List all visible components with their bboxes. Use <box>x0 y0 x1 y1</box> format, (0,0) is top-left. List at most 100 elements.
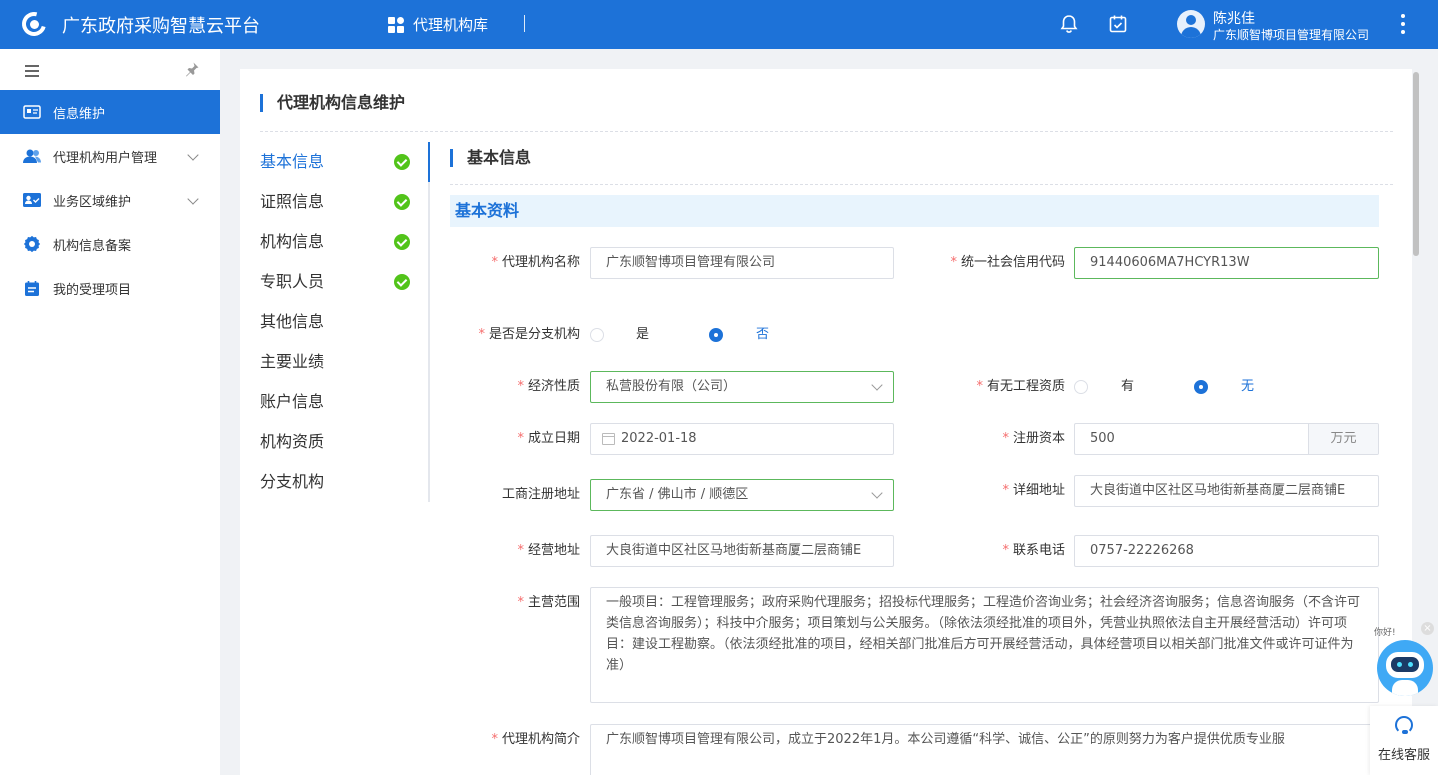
scrollbar-thumb[interactable] <box>1413 72 1419 256</box>
radio-qualification-no[interactable] <box>1194 380 1208 394</box>
date-value: 2022-01-18 <box>621 431 697 446</box>
header-divider <box>524 15 525 32</box>
chevron-down-icon <box>187 193 199 205</box>
unit-suffix: 万元 <box>1308 424 1378 454</box>
tab-performance[interactable]: 主要业绩 <box>260 342 430 382</box>
intro-label: * 代理机构简介 <box>491 732 580 747</box>
check-circle-icon <box>394 154 410 170</box>
section-title: 基本信息 <box>450 148 531 168</box>
radio-is-branch-yes[interactable] <box>590 328 604 342</box>
more-vertical-icon[interactable] <box>1400 14 1406 34</box>
chevron-down-icon <box>187 149 199 161</box>
platform-logo-dot <box>30 20 39 29</box>
robot-assistant-icon[interactable] <box>1377 640 1433 696</box>
sidebar-item-user-management[interactable]: 代理机构用户管理 <box>0 134 220 178</box>
online-service-label: 在线客服 <box>1377 748 1430 763</box>
business-address-label: * 经营地址 <box>517 543 580 558</box>
bell-icon[interactable] <box>1058 13 1080 35</box>
economic-nature-select[interactable]: 私营股份有限（公司） <box>590 371 894 403</box>
phone-input[interactable]: 0757-22226268 <box>1074 535 1379 567</box>
credit-code-input[interactable]: 91440606MA7HCYR13W <box>1074 247 1379 279</box>
cascader-value: 广东省 / 佛山市 / 顺德区 <box>606 487 749 502</box>
headset-icon <box>1395 716 1413 734</box>
radio-label[interactable]: 是 <box>636 327 649 343</box>
chevron-down-icon <box>871 379 883 391</box>
sidebar-item-my-projects[interactable]: 我的受理项目 <box>0 266 220 310</box>
calendar-icon <box>602 433 615 445</box>
pin-icon[interactable] <box>184 61 200 77</box>
user-org: 广东顺智博项目管理有限公司 <box>1213 28 1370 42</box>
online-service-button[interactable]: 在线客服 <box>1370 706 1438 775</box>
divider <box>450 184 1393 185</box>
business-scope-textarea[interactable]: 一般项目：工程管理服务；政府采购代理服务；招投标代理服务；工程造价咨询业务；社会… <box>590 587 1379 703</box>
app-title: 广东政府采购智慧云平台 <box>62 16 260 37</box>
detail-address-input[interactable]: 大良街道中区社区马地街新基商厦二层商铺E <box>1074 475 1379 507</box>
module-label: 代理机构库 <box>413 16 489 34</box>
tab-staff[interactable]: 专职人员 <box>260 262 430 302</box>
sidebar-item-business-area[interactable]: 业务区域维护 <box>0 178 220 222</box>
task-clipboard-icon[interactable] <box>1107 13 1129 35</box>
capital-value: 500 <box>1090 431 1115 446</box>
sidebar: 信息维护 代理机构用户管理 业务区域维护 机构信息备案 我的受理项目 <box>0 49 220 775</box>
user-avatar[interactable] <box>1177 10 1205 38</box>
business-address-input[interactable]: 大良街道中区社区马地街新基商厦二层商铺E <box>590 535 894 567</box>
grid-apps-icon <box>388 16 404 33</box>
close-icon[interactable]: × <box>1421 622 1434 635</box>
tab-license-info[interactable]: 证照信息 <box>260 182 430 222</box>
established-date-label: * 成立日期 <box>517 431 580 446</box>
tab-label: 其他信息 <box>260 312 325 331</box>
is-branch-label: * 是否是分支机构 <box>478 327 580 342</box>
detail-address-label: * 详细地址 <box>1002 483 1065 498</box>
tab-account-info[interactable]: 账户信息 <box>260 382 430 422</box>
user-name[interactable]: 陈兆佳 <box>1213 8 1255 28</box>
check-circle-icon <box>394 234 410 250</box>
phone-label: * 联系电话 <box>1002 543 1065 558</box>
radio-is-branch-no[interactable] <box>709 328 723 342</box>
id-card-icon <box>22 103 42 121</box>
credit-code-label: * 统一社会信用代码 <box>950 255 1065 270</box>
tab-other-info[interactable]: 其他信息 <box>260 302 430 342</box>
business-scope-label: * 主营范围 <box>517 595 580 610</box>
tab-org-info[interactable]: 机构信息 <box>260 222 430 262</box>
radio-label[interactable]: 否 <box>756 327 769 343</box>
top-header: 广东政府采购智慧云平台 代理机构库 陈兆佳 广东顺智博项目管理有限公司 <box>0 0 1438 49</box>
radio-label[interactable]: 无 <box>1241 379 1254 395</box>
tab-qualification[interactable]: 机构资质 <box>260 422 430 462</box>
qualification-label: * 有无工程资质 <box>976 379 1065 394</box>
tab-label: 专职人员 <box>260 272 325 291</box>
sidebar-item-label: 代理机构用户管理 <box>53 150 158 166</box>
calendar-list-icon <box>22 279 42 297</box>
sidebar-item-label: 信息维护 <box>53 106 106 122</box>
tab-label: 分支机构 <box>260 472 325 491</box>
agency-name-label: * 代理机构名称 <box>491 255 580 270</box>
sidebar-item-label: 业务区域维护 <box>53 194 132 210</box>
tab-basic-info[interactable]: 基本信息 <box>260 142 430 182</box>
tab-branches[interactable]: 分支机构 <box>260 462 430 502</box>
gear-icon <box>22 235 42 253</box>
info-tabs: 基本信息 证照信息 机构信息 专职人员 其他信息 主要业绩 账户信息 机构资质 <box>260 142 430 502</box>
user-check-card-icon <box>22 191 42 209</box>
intro-textarea[interactable]: 广东顺智博项目管理有限公司，成立于2022年1月。本公司遵循“科学、诚信、公正”… <box>590 724 1379 775</box>
page-title: 代理机构信息维护 <box>260 93 405 113</box>
main-card: 代理机构信息维护 基本信息 证照信息 机构信息 专职人员 其他信息 主要业绩 账… <box>240 69 1412 775</box>
agency-name-input[interactable]: 广东顺智博项目管理有限公司 <box>590 247 894 279</box>
menu-toggle-icon[interactable] <box>25 65 39 77</box>
established-date-picker[interactable]: 2022-01-18 <box>590 423 894 455</box>
sidebar-item-info-maintenance[interactable]: 信息维护 <box>0 90 220 134</box>
radio-label[interactable]: 有 <box>1121 379 1134 395</box>
chevron-down-icon <box>871 487 883 499</box>
module-switcher[interactable]: 代理机构库 <box>388 14 488 35</box>
registered-address-label: 工商注册地址 <box>501 487 580 502</box>
registered-capital-input[interactable]: 500 万元 <box>1074 423 1379 455</box>
divider <box>260 131 1393 132</box>
subsection-title: 基本资料 <box>450 195 1379 227</box>
check-circle-icon <box>394 194 410 210</box>
sidebar-item-label: 我的受理项目 <box>53 282 132 298</box>
radio-qualification-yes[interactable] <box>1074 380 1088 394</box>
bot-greeting: 你好! <box>1374 628 1396 638</box>
registered-address-cascader[interactable]: 广东省 / 佛山市 / 顺德区 <box>590 479 894 511</box>
tab-label: 机构信息 <box>260 232 325 251</box>
sidebar-item-filing[interactable]: 机构信息备案 <box>0 222 220 266</box>
users-icon <box>22 147 42 165</box>
registered-capital-label: * 注册资本 <box>1002 431 1065 446</box>
